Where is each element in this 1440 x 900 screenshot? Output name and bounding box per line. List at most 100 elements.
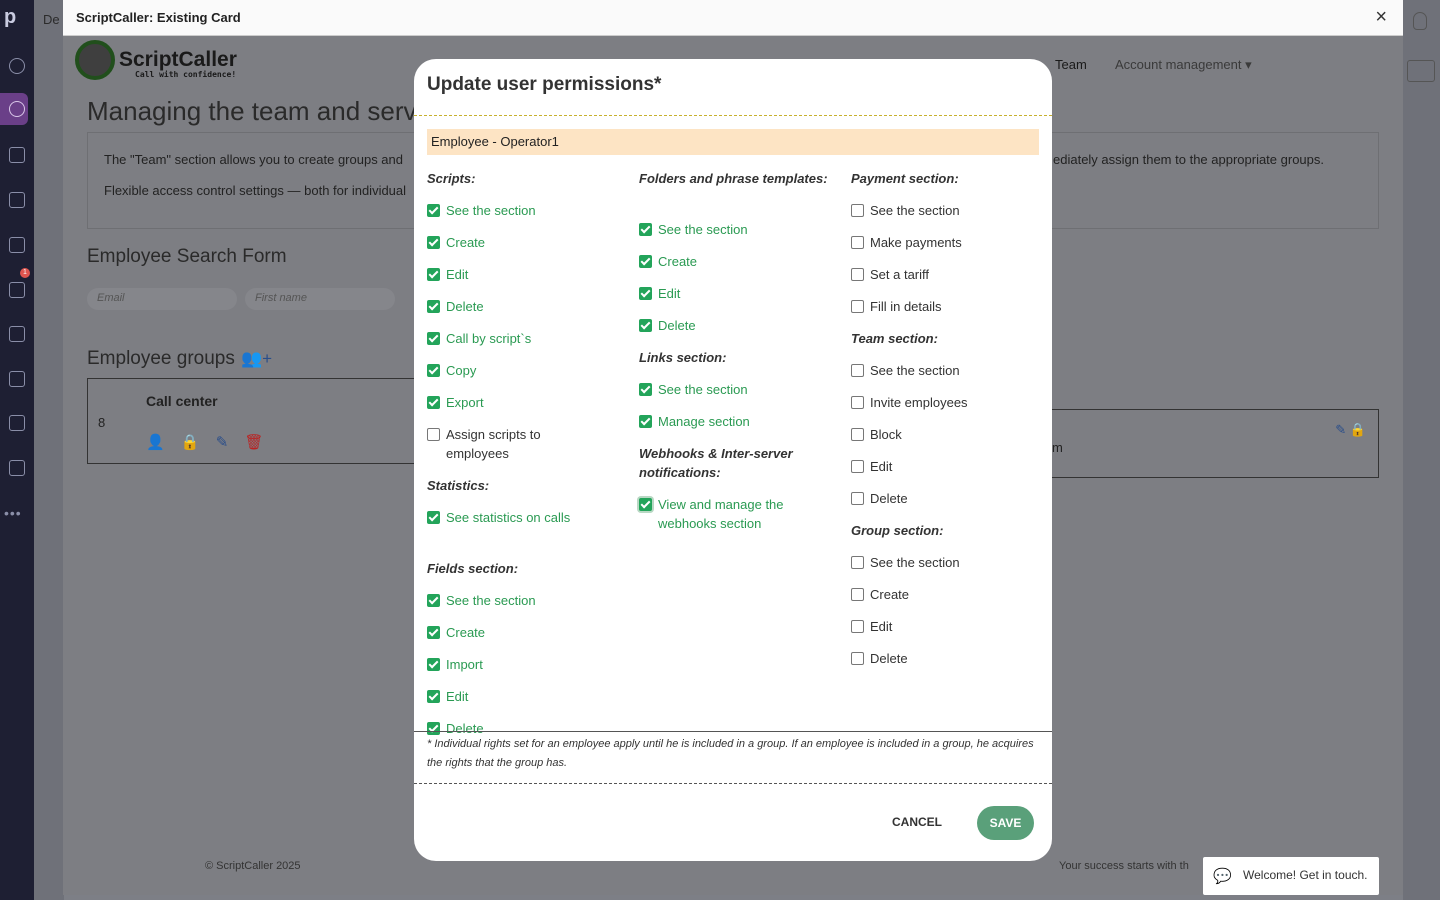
checkbox-unchecked-icon[interactable] — [851, 300, 864, 313]
dollar-icon[interactable] — [9, 101, 25, 117]
checkbox-checked-icon[interactable] — [427, 690, 440, 703]
permission-checkbox[interactable]: See the section — [851, 201, 960, 220]
checkbox-checked-icon[interactable] — [639, 287, 652, 300]
permission-checkbox[interactable]: Delete — [639, 316, 696, 335]
add-group-icon[interactable]: 👥+ — [241, 349, 272, 369]
permission-checkbox[interactable]: Edit — [639, 284, 680, 303]
checkbox-checked-icon[interactable] — [427, 268, 440, 281]
checkbox-checked-icon[interactable] — [427, 626, 440, 639]
permission-checkbox[interactable]: Import — [427, 655, 483, 674]
permission-checkbox[interactable]: See the section — [639, 220, 748, 239]
close-icon[interactable]: × — [1375, 6, 1387, 29]
delete-icon[interactable]: 🗑 — [244, 434, 263, 451]
cancel-button[interactable]: CANCEL — [892, 815, 942, 829]
section-title: Folders and phrase templates: — [639, 171, 828, 186]
checkbox-unchecked-icon[interactable] — [851, 556, 864, 569]
permission-checkbox[interactable]: See the section — [427, 201, 536, 220]
permission-checkbox[interactable]: Set a tariff — [851, 265, 929, 284]
checkbox-checked-icon[interactable] — [427, 396, 440, 409]
more-icon[interactable]: ••• — [4, 505, 22, 521]
permission-checkbox[interactable]: See the section — [427, 591, 536, 610]
checklist-icon[interactable] — [9, 147, 25, 163]
chat-widget[interactable]: 💬 Welcome! Get in touch. — [1203, 857, 1379, 895]
checkbox-unchecked-icon[interactable] — [851, 492, 864, 505]
permission-checkbox[interactable]: Create — [851, 585, 909, 604]
chart-icon[interactable] — [9, 371, 25, 387]
permission-checkbox[interactable]: See statistics on calls — [427, 508, 581, 527]
checkbox-checked-icon[interactable] — [427, 332, 440, 345]
permission-checkbox[interactable]: Create — [427, 233, 485, 252]
checkbox-checked-icon[interactable] — [427, 511, 440, 524]
permission-checkbox[interactable]: Make payments — [851, 233, 962, 252]
permission-checkbox[interactable]: See the section — [851, 553, 960, 572]
permission-checkbox[interactable]: Edit — [427, 687, 468, 706]
permission-checkbox[interactable]: See the section — [639, 380, 748, 399]
edit-icon[interactable]: ✎ 🔒 — [1335, 422, 1366, 438]
target-icon[interactable] — [9, 58, 25, 74]
permission-checkbox[interactable]: Fill in details — [851, 297, 942, 316]
checkbox-unchecked-icon[interactable] — [851, 460, 864, 473]
lock-icon[interactable]: 🔒 — [181, 434, 200, 451]
save-button[interactable]: SAVE — [977, 806, 1034, 840]
group-card[interactable]: 8 Call center 👤 🔒 ✎ 🗑 — [87, 378, 417, 464]
permission-checkbox[interactable]: Assign scripts to employees — [427, 425, 581, 463]
permission-checkbox[interactable]: Delete — [851, 489, 908, 508]
permission-checkbox[interactable]: Export — [427, 393, 484, 412]
megaphone-icon[interactable] — [9, 192, 25, 208]
checkbox-unchecked-icon[interactable] — [427, 428, 440, 441]
checkbox-checked-icon[interactable] — [427, 364, 440, 377]
checkbox-checked-icon[interactable] — [427, 236, 440, 249]
checkbox-checked-icon[interactable] — [427, 204, 440, 217]
checkbox-unchecked-icon[interactable] — [851, 428, 864, 441]
permission-checkbox[interactable]: Delete — [851, 649, 908, 668]
first-name-field[interactable]: First name — [245, 288, 395, 310]
checkbox-unchecked-icon[interactable] — [851, 364, 864, 377]
checkbox-checked-icon[interactable] — [639, 415, 652, 428]
permission-checkbox[interactable]: See the section — [851, 361, 960, 380]
edit-icon[interactable]: ✎ — [216, 434, 229, 451]
checkbox-checked-icon[interactable] — [639, 498, 652, 511]
permission-checkbox[interactable]: Manage section — [639, 412, 750, 431]
checkbox-unchecked-icon[interactable] — [851, 588, 864, 601]
lightbulb-icon[interactable] — [1413, 12, 1427, 30]
checkbox-checked-icon[interactable] — [639, 383, 652, 396]
permission-checkbox[interactable]: Create — [639, 252, 697, 271]
checkbox-checked-icon[interactable] — [639, 319, 652, 332]
add-member-icon[interactable]: 👤 — [146, 434, 165, 451]
permission-checkbox[interactable]: Create — [427, 623, 485, 642]
group-card[interactable]: m ✎ 🔒 — [1051, 409, 1379, 478]
checkbox-unchecked-icon[interactable] — [851, 204, 864, 217]
box-icon[interactable] — [9, 415, 25, 431]
permission-checkbox[interactable]: Delete — [427, 297, 484, 316]
checkbox-checked-icon[interactable] — [427, 722, 440, 735]
permission-checkbox[interactable]: Call by script`s — [427, 329, 531, 348]
background-dropdown[interactable] — [1407, 60, 1435, 82]
permission-checkbox[interactable]: Edit — [851, 457, 892, 476]
permission-checkbox[interactable]: Block — [851, 425, 902, 444]
checkbox-checked-icon[interactable] — [427, 658, 440, 671]
checkbox-checked-icon[interactable] — [639, 223, 652, 236]
info-text-line1: The "Team" section allows you to create … — [104, 152, 403, 167]
permission-checkbox[interactable]: Invite employees — [851, 393, 968, 412]
store-icon[interactable] — [9, 460, 25, 476]
checkbox-unchecked-icon[interactable] — [851, 652, 864, 665]
app-logo-icon[interactable]: p — [4, 6, 16, 29]
checkbox-checked-icon[interactable] — [427, 594, 440, 607]
mail-icon[interactable] — [9, 237, 25, 253]
checkbox-unchecked-icon[interactable] — [851, 620, 864, 633]
checkbox-unchecked-icon[interactable] — [851, 268, 864, 281]
email-field[interactable]: Email — [87, 288, 237, 310]
checkbox-checked-icon[interactable] — [427, 300, 440, 313]
checkbox-unchecked-icon[interactable] — [851, 396, 864, 409]
section-title: Scripts: — [427, 171, 476, 186]
permission-checkbox[interactable]: Edit — [427, 265, 468, 284]
checkbox-unchecked-icon[interactable] — [851, 236, 864, 249]
calendar-icon[interactable] — [9, 282, 25, 298]
nav-account-management[interactable]: Account management ▾ — [1115, 57, 1252, 73]
permission-checkbox[interactable]: Edit — [851, 617, 892, 636]
permission-checkbox[interactable]: Copy — [427, 361, 476, 380]
permission-checkbox[interactable]: View and manage the webhooks section — [639, 495, 818, 533]
checkbox-checked-icon[interactable] — [639, 255, 652, 268]
nav-team[interactable]: Team — [1055, 57, 1087, 72]
contacts-icon[interactable] — [9, 326, 25, 342]
